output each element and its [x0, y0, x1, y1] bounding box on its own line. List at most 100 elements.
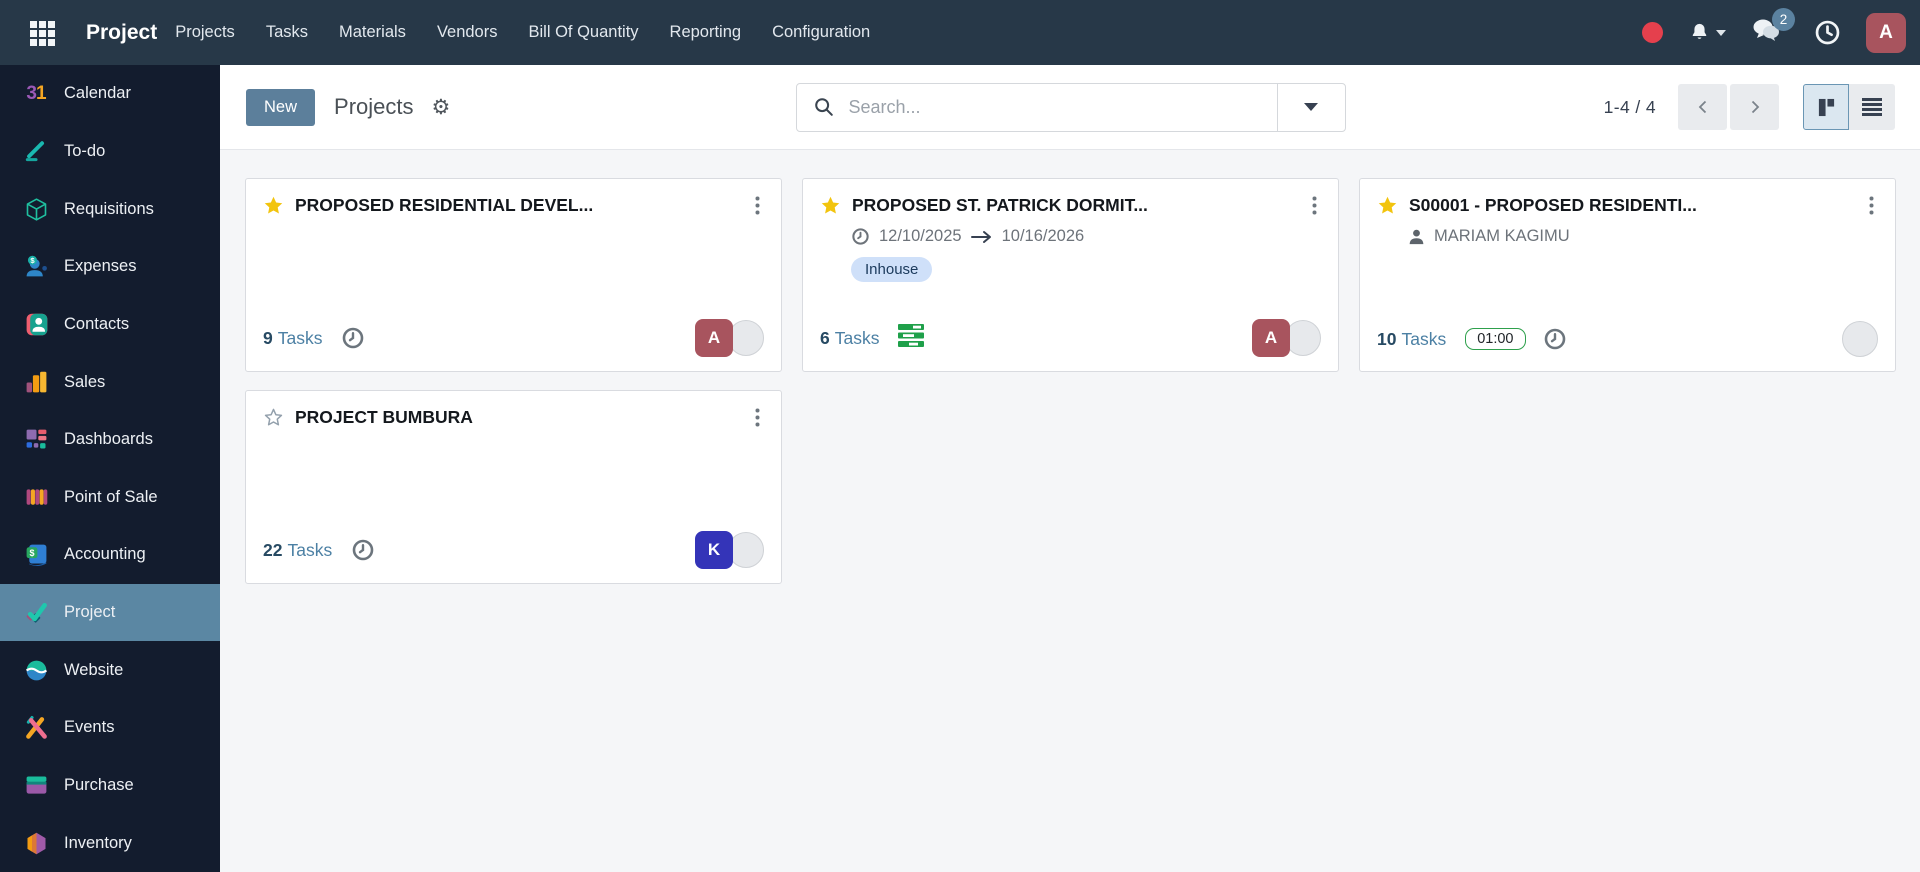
- tasks-link[interactable]: 10 Tasks: [1377, 329, 1446, 350]
- search-options-toggle[interactable]: [1276, 83, 1345, 131]
- menu-materials[interactable]: Materials: [339, 23, 406, 42]
- date-start: 12/10/2025: [879, 227, 962, 245]
- sidebar-item-requisitions[interactable]: Requisitions: [0, 180, 220, 238]
- sidebar-item-events[interactable]: Events: [0, 699, 220, 757]
- sidebar-item-sales[interactable]: Sales: [0, 353, 220, 411]
- kanban-board: PROPOSED RESIDENTIAL DEVEL... 9 Tasks A …: [220, 150, 1920, 872]
- sidebar-item-label: Point of Sale: [64, 487, 158, 506]
- messages-button[interactable]: 2: [1751, 8, 1795, 48]
- pager-previous-button[interactable]: [1678, 84, 1727, 130]
- star-filled-icon[interactable]: [263, 195, 284, 216]
- kebab-menu-icon[interactable]: [751, 194, 764, 217]
- card-footer: 22 Tasks K: [263, 531, 764, 569]
- list-view-button[interactable]: [1849, 84, 1895, 130]
- sidebar-item-accounting[interactable]: $ Accounting: [0, 526, 220, 584]
- topbar-system-tray: 2 A: [1642, 8, 1906, 53]
- gear-icon[interactable]: ⚙: [426, 96, 457, 119]
- chevron-left-icon: [1698, 100, 1706, 114]
- menu-bill-of-quantity[interactable]: Bill Of Quantity: [528, 23, 638, 42]
- apps-grid-glyph: [30, 20, 55, 46]
- arrow-right-icon: [970, 230, 991, 243]
- card-avatars: A: [695, 319, 764, 357]
- activity-clock-icon[interactable]: [1543, 327, 1567, 351]
- events-icon: [21, 713, 51, 743]
- current-app-title[interactable]: Project: [86, 21, 157, 45]
- project-title: PROJECT BUMBURA: [295, 407, 473, 427]
- notifications-button[interactable]: [1688, 21, 1726, 44]
- tag-badge: Inhouse: [851, 257, 933, 282]
- assignee-avatar[interactable]: K: [695, 531, 733, 569]
- sidebar-item-label: Sales: [64, 372, 106, 391]
- project-icon: [21, 598, 51, 628]
- date-end: 10/16/2026: [1001, 227, 1085, 245]
- sales-icon: [21, 367, 51, 397]
- control-panel: New Projects ⚙ 1-4 / 4: [220, 65, 1920, 150]
- app-body: 31 Calendar To-do Requisitions $ Expense…: [0, 65, 1920, 872]
- sidebar-item-label: Accounting: [64, 545, 146, 564]
- sidebar-item-label: Website: [64, 660, 124, 679]
- kanban-view-button[interactable]: [1803, 84, 1849, 130]
- activity-clock-icon[interactable]: [351, 538, 375, 562]
- kebab-menu-icon[interactable]: [751, 406, 764, 429]
- tasks-label: Tasks: [277, 327, 323, 348]
- sidebar-item-purchase[interactable]: Purchase: [0, 757, 220, 815]
- requisitions-icon: [21, 194, 51, 224]
- star-filled-icon[interactable]: [820, 195, 841, 216]
- status-dot: [1642, 22, 1663, 43]
- menu-projects[interactable]: Projects: [175, 23, 235, 42]
- project-card[interactable]: PROPOSED RESIDENTIAL DEVEL... 9 Tasks A: [245, 178, 782, 372]
- kebab-menu-icon[interactable]: [1865, 194, 1878, 217]
- assignee-avatar[interactable]: A: [695, 319, 733, 357]
- assignee-avatar[interactable]: A: [1252, 319, 1290, 357]
- app-menu: Projects Tasks Materials Vendors Bill Of…: [175, 23, 870, 42]
- apps-grid-icon[interactable]: [20, 11, 64, 55]
- star-filled-icon[interactable]: [1377, 195, 1398, 216]
- tasks-label: Tasks: [834, 327, 880, 348]
- star-outline-icon[interactable]: [263, 407, 284, 428]
- menu-vendors[interactable]: Vendors: [437, 23, 498, 42]
- project-card[interactable]: PROPOSED ST. PATRICK DORMIT... 12/10/202…: [802, 178, 1339, 372]
- apps-sidebar: 31 Calendar To-do Requisitions $ Expense…: [0, 65, 220, 872]
- point-of-sale-icon: [21, 482, 51, 512]
- tasks-link[interactable]: 6 Tasks: [820, 328, 879, 349]
- tasks-count: 10: [1377, 328, 1397, 349]
- new-button[interactable]: New: [246, 88, 316, 126]
- tasks-link[interactable]: 9 Tasks: [263, 328, 322, 349]
- sidebar-item-calendar[interactable]: 31 Calendar: [0, 65, 220, 123]
- card-avatars: [1842, 321, 1878, 357]
- project-title: PROPOSED RESIDENTIAL DEVEL...: [295, 195, 594, 215]
- clock-icon: [852, 228, 869, 245]
- sidebar-item-expenses[interactable]: $ Expenses: [0, 238, 220, 296]
- pager-next-button[interactable]: [1730, 84, 1779, 130]
- search-input[interactable]: [846, 95, 1277, 119]
- sidebar-item-project[interactable]: Project: [0, 583, 220, 642]
- menu-reporting[interactable]: Reporting: [670, 23, 742, 42]
- sidebar-item-label: Contacts: [64, 314, 130, 333]
- menu-configuration[interactable]: Configuration: [772, 23, 870, 42]
- manager-name: MARIAM KAGIMU: [1434, 227, 1570, 245]
- accounting-icon: $: [21, 540, 51, 570]
- activity-clock-icon[interactable]: [341, 326, 365, 350]
- sidebar-item-todo[interactable]: To-do: [0, 123, 220, 181]
- tasks-label: Tasks: [287, 539, 333, 560]
- sidebar-item-contacts[interactable]: Contacts: [0, 296, 220, 354]
- sidebar-item-dashboards[interactable]: Dashboards: [0, 411, 220, 469]
- sidebar-item-label: Calendar: [64, 84, 131, 103]
- sidebar-item-website[interactable]: Website: [0, 641, 220, 699]
- project-card[interactable]: PROJECT BUMBURA 22 Tasks K: [245, 390, 782, 584]
- user-avatar[interactable]: A: [1866, 12, 1906, 53]
- activities-button[interactable]: [1814, 19, 1841, 46]
- calendar-icon: 31: [26, 82, 46, 104]
- contacts-icon: [21, 309, 51, 339]
- messages-count-badge: 2: [1772, 8, 1795, 31]
- sidebar-item-label: Inventory: [64, 833, 132, 852]
- chevron-right-icon: [1751, 100, 1759, 114]
- inventory-icon: [21, 828, 51, 858]
- menu-tasks[interactable]: Tasks: [266, 23, 308, 42]
- project-card[interactable]: S00001 - PROPOSED RESIDENTI... MARIAM KA…: [1359, 178, 1896, 372]
- sidebar-item-point-of-sale[interactable]: Point of Sale: [0, 468, 220, 526]
- sidebar-item-inventory[interactable]: Inventory: [0, 814, 220, 872]
- kebab-menu-icon[interactable]: [1308, 194, 1321, 217]
- tasks-link[interactable]: 22 Tasks: [263, 540, 332, 561]
- card-avatars: K: [695, 531, 764, 569]
